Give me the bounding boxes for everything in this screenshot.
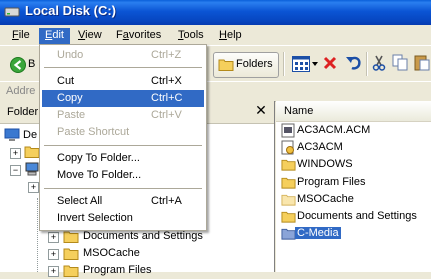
menu-file[interactable]: File <box>6 28 36 44</box>
menu-item-cut[interactable]: Cut Ctrl+X <box>42 73 204 90</box>
folder-icon <box>63 265 79 277</box>
menu-separator <box>44 145 202 146</box>
copy-icon[interactable] <box>392 54 408 71</box>
menu-item-copy[interactable]: Copy Ctrl+C <box>42 90 204 107</box>
toolbar-separator <box>366 52 368 76</box>
tree-item-label: MSOCache <box>83 247 140 259</box>
acm-file-icon <box>281 123 295 138</box>
file-name: Program Files <box>297 176 366 188</box>
folder-icon <box>63 248 79 260</box>
column-header-label: Name <box>284 105 314 117</box>
delete-icon[interactable] <box>323 56 337 70</box>
edit-menu-dropdown: Undo Ctrl+Z Cut Ctrl+X Copy Ctrl+C Paste… <box>39 44 207 231</box>
menu-edit[interactable]: Edit <box>39 28 70 44</box>
folder-icon <box>281 159 296 171</box>
folder-icon <box>63 231 79 243</box>
tree-desktop-label: De <box>23 129 38 141</box>
tree-expander-plus[interactable]: + <box>10 148 21 159</box>
file-name: WINDOWS <box>297 158 353 170</box>
file-name: C-Media <box>295 227 341 239</box>
folder-icon <box>24 146 40 158</box>
back-arrow-icon <box>10 57 26 73</box>
menu-separator <box>44 67 202 68</box>
paste-icon[interactable] <box>414 54 430 71</box>
folders-button[interactable]: Folders <box>213 52 279 78</box>
undo-icon[interactable] <box>345 55 362 71</box>
close-icon[interactable]: ✕ <box>254 103 268 117</box>
menu-favorites[interactable]: Favorites <box>110 28 167 44</box>
file-name: Documents and Settings <box>297 210 417 222</box>
menu-tools[interactable]: Tools <box>172 28 210 44</box>
tree-item-label: Documents and Settings <box>83 230 203 242</box>
menu-item-paste[interactable]: Paste Ctrl+V <box>42 107 204 124</box>
tree-expander-plus[interactable]: + <box>48 232 59 243</box>
address-label: Addre <box>6 85 36 97</box>
folders-pane-title: Folder <box>7 106 39 118</box>
menu-item-select-all[interactable]: Select All Ctrl+A <box>42 193 204 210</box>
tree-item-label: Program Files <box>83 264 152 276</box>
menu-bar: File Edit View Favorites Tools Help <box>0 25 431 45</box>
folders-label: Folders <box>236 58 273 70</box>
computer-icon <box>25 162 39 176</box>
menu-view[interactable]: View <box>72 28 108 44</box>
chevron-down-icon <box>312 62 318 66</box>
drive-icon <box>4 7 20 17</box>
menu-item-paste-shortcut[interactable]: Paste Shortcut <box>42 124 204 141</box>
menu-separator <box>44 188 202 189</box>
setup-info-icon <box>281 140 294 155</box>
menu-help[interactable]: Help <box>213 28 248 44</box>
back-button[interactable]: B <box>6 54 40 74</box>
views-button[interactable] <box>290 54 320 74</box>
file-name: MSOCache <box>297 193 354 205</box>
column-header-name[interactable]: Name <box>276 101 431 122</box>
views-icon <box>292 56 310 72</box>
folder-icon <box>281 177 296 189</box>
desktop-icon <box>4 128 20 141</box>
tree-expander-plus[interactable]: + <box>48 249 59 260</box>
cut-icon[interactable] <box>372 55 386 71</box>
tree-expander-plus[interactable]: + <box>28 182 39 193</box>
back-label: B <box>28 58 36 70</box>
tree-expander-minus[interactable]: − <box>10 165 21 176</box>
file-name: AC3ACM.ACM <box>297 124 371 136</box>
folder-icon <box>218 59 234 71</box>
menu-item-move-to-folder[interactable]: Move To Folder... <box>42 167 204 184</box>
file-name: AC3ACM <box>297 141 343 153</box>
title-bar[interactable]: Local Disk (C:) <box>0 0 431 25</box>
window-title: Local Disk (C:) <box>25 3 117 18</box>
toolbar-separator <box>283 52 285 76</box>
hidden-folder-icon <box>281 194 296 206</box>
folder-icon <box>281 211 296 223</box>
menu-item-invert-selection[interactable]: Invert Selection <box>42 210 204 227</box>
menu-item-copy-to-folder[interactable]: Copy To Folder... <box>42 150 204 167</box>
folder-icon <box>281 228 296 240</box>
menu-item-undo[interactable]: Undo Ctrl+Z <box>42 47 204 64</box>
